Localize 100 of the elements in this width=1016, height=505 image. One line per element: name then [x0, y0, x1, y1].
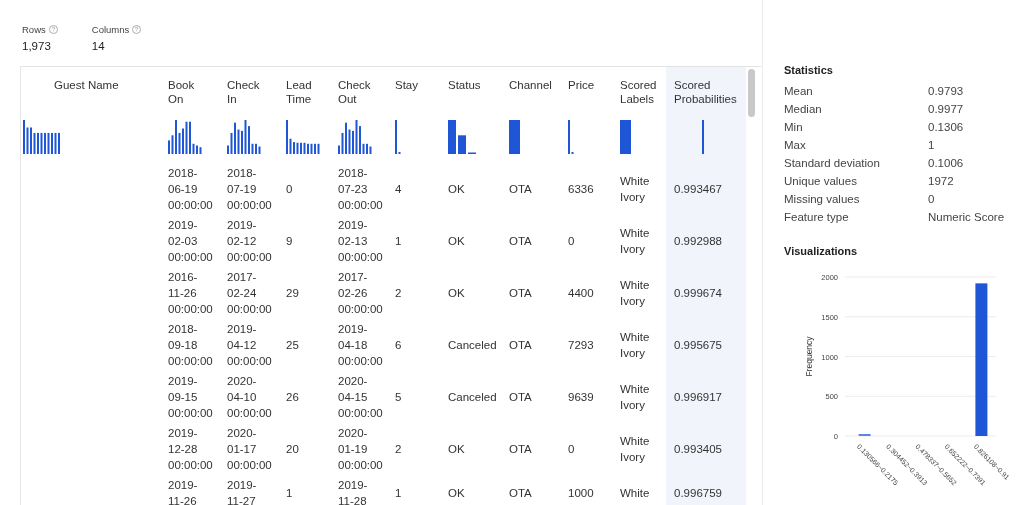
table-cell-text: 9 — [285, 234, 294, 249]
table-cell-text: 2019-11-26 — [167, 478, 199, 505]
table-cell-text: 7293 — [567, 338, 595, 353]
table-cell: White Ivory — [618, 320, 666, 372]
table-cell-text: 2019-09-15 00:00:00 — [167, 374, 214, 421]
table-cell: 0.996917 — [666, 372, 746, 424]
column-header[interactable]: Status — [448, 78, 481, 92]
column-header[interactable]: Book On — [168, 78, 195, 106]
section-title: Statistics — [784, 64, 834, 76]
table-cell-text: 26 — [285, 390, 300, 405]
table-cell-text: 1 — [285, 486, 294, 501]
histogram-drawing — [286, 120, 321, 154]
stat-label: Min — [784, 120, 804, 135]
stat-label: Feature type — [784, 210, 850, 225]
stat-label: Mean — [784, 84, 814, 99]
stat-label: Max — [784, 138, 807, 153]
column-header[interactable]: Check In — [227, 78, 260, 106]
table-cell-text: OK — [447, 286, 466, 301]
table-cell-text: 2019-11-28 — [337, 478, 369, 505]
histogram-drawing — [509, 120, 522, 154]
table-cell: 0.992988 — [666, 216, 746, 268]
column-header[interactable]: Price — [568, 78, 595, 92]
table-cell-text: 2 — [394, 286, 403, 301]
table-cell: White Ivory — [618, 372, 666, 424]
table-cell-text: OTA — [508, 182, 533, 197]
column-header[interactable]: Guest Name — [54, 78, 164, 92]
stat-value: 1972 — [928, 174, 955, 189]
stat-value: 0.1306 — [928, 120, 965, 135]
table-cell: White Ivory — [618, 424, 666, 476]
stat-value: 0.9977 — [928, 102, 965, 117]
table-cell-text: 2020-04-10 00:00:00 — [226, 374, 273, 421]
table-cell-text: OTA — [508, 234, 533, 249]
table-cell-text: 0 — [567, 234, 576, 249]
axis-title: Frequency — [804, 336, 814, 377]
stat-value: 0.9793 — [928, 84, 965, 99]
table-cell-text: 2019-12-28 00:00:00 — [167, 426, 214, 473]
table-cell-text: 29 — [285, 286, 300, 301]
histogram-drawing — [168, 120, 203, 154]
table-cell-text: 2018-07-23 00:00:00 — [337, 166, 384, 213]
stat-label: Standard deviation — [784, 156, 881, 171]
table-cell: 0.999674 — [666, 268, 746, 320]
summary-value: 14 — [91, 40, 106, 52]
help-icon[interactable] — [132, 25, 142, 34]
histogram-drawing — [568, 120, 575, 154]
table-cell-text: 2019-02-13 00:00:00 — [337, 218, 384, 265]
histogram-drawing — [702, 120, 706, 154]
table-cell: 0.995675 — [666, 320, 746, 372]
help-icon[interactable] — [48, 25, 58, 34]
column-header[interactable]: Check Out — [338, 78, 371, 106]
table-cell: 0.996759 — [666, 476, 746, 505]
table-cell-text: OTA — [508, 390, 533, 405]
table-cell-text: 0 — [567, 442, 576, 457]
table-cell-text: 0 — [285, 182, 294, 197]
column-header[interactable]: Scored Labels — [620, 78, 657, 106]
table-cell-text: 2018-07-19 00:00:00 — [226, 166, 273, 213]
table-cell-text: 2 — [394, 442, 403, 457]
table-cell-text: 20 — [285, 442, 300, 457]
table-cell-text: 6 — [394, 338, 403, 353]
table-cell-text: 2017-02-24 00:00:00 — [226, 270, 273, 317]
histogram-drawing — [448, 120, 478, 154]
scrollbar-thumb[interactable] — [748, 69, 755, 117]
table-cell-text: OK — [447, 234, 466, 249]
histogram-drawing — [227, 120, 262, 154]
table-cell-text: 2018-09-18 00:00:00 — [167, 322, 214, 369]
table-cell-text: OTA — [508, 286, 533, 301]
table-cell-text: 2019-04-18 00:00:00 — [337, 322, 384, 369]
summary-label: Columns — [91, 24, 130, 35]
table-cell: 0.993405 — [666, 424, 746, 476]
table-cell-text: 2020-01-17 00:00:00 — [226, 426, 273, 473]
table-cell-text: 1000 — [567, 486, 595, 501]
table-cell-text: 1 — [394, 234, 403, 249]
table-cell-text: 6336 — [567, 182, 595, 197]
column-header[interactable]: Channel — [509, 78, 552, 92]
table-cell-text: 2018-06-19 00:00:00 — [167, 166, 214, 213]
table-cell-text: 2019-11-27 — [226, 478, 258, 505]
section-title: Visualizations — [784, 245, 859, 257]
table-cell-text: 2019-02-03 00:00:00 — [167, 218, 214, 265]
table-cell-text: 2016-11-26 00:00:00 — [167, 270, 214, 317]
table-cell-text: 4 — [394, 182, 403, 197]
table-cell-text: 2019-04-12 00:00:00 — [226, 322, 273, 369]
table-cell-text: 2020-01-19 00:00:00 — [337, 426, 384, 473]
table-cell-text: 25 — [285, 338, 300, 353]
column-header[interactable]: Stay — [395, 78, 418, 92]
table-cell: White — [618, 476, 666, 505]
column-header[interactable]: Lead Time — [286, 78, 312, 106]
stat-value: 0.1006 — [928, 156, 965, 171]
table-cell-text: OTA — [508, 442, 533, 457]
histogram-drawing — [338, 120, 373, 154]
table-cell-text: 2020-04-15 00:00:00 — [337, 374, 384, 421]
table-cell-text: OTA — [508, 338, 533, 353]
table-cell-text: 2017-02-26 00:00:00 — [337, 270, 384, 317]
table-cell-text: OK — [447, 486, 466, 501]
table-cell-text: 5 — [394, 390, 403, 405]
histogram-drawing — [395, 120, 402, 154]
table-cell-text: 4400 — [567, 286, 595, 301]
stat-label: Median — [784, 102, 823, 117]
histogram-drawing — [23, 120, 62, 154]
table-cell-text: 9639 — [567, 390, 595, 405]
table-cell: 0.993467 — [666, 164, 746, 216]
stat-label: Unique values — [784, 174, 858, 189]
